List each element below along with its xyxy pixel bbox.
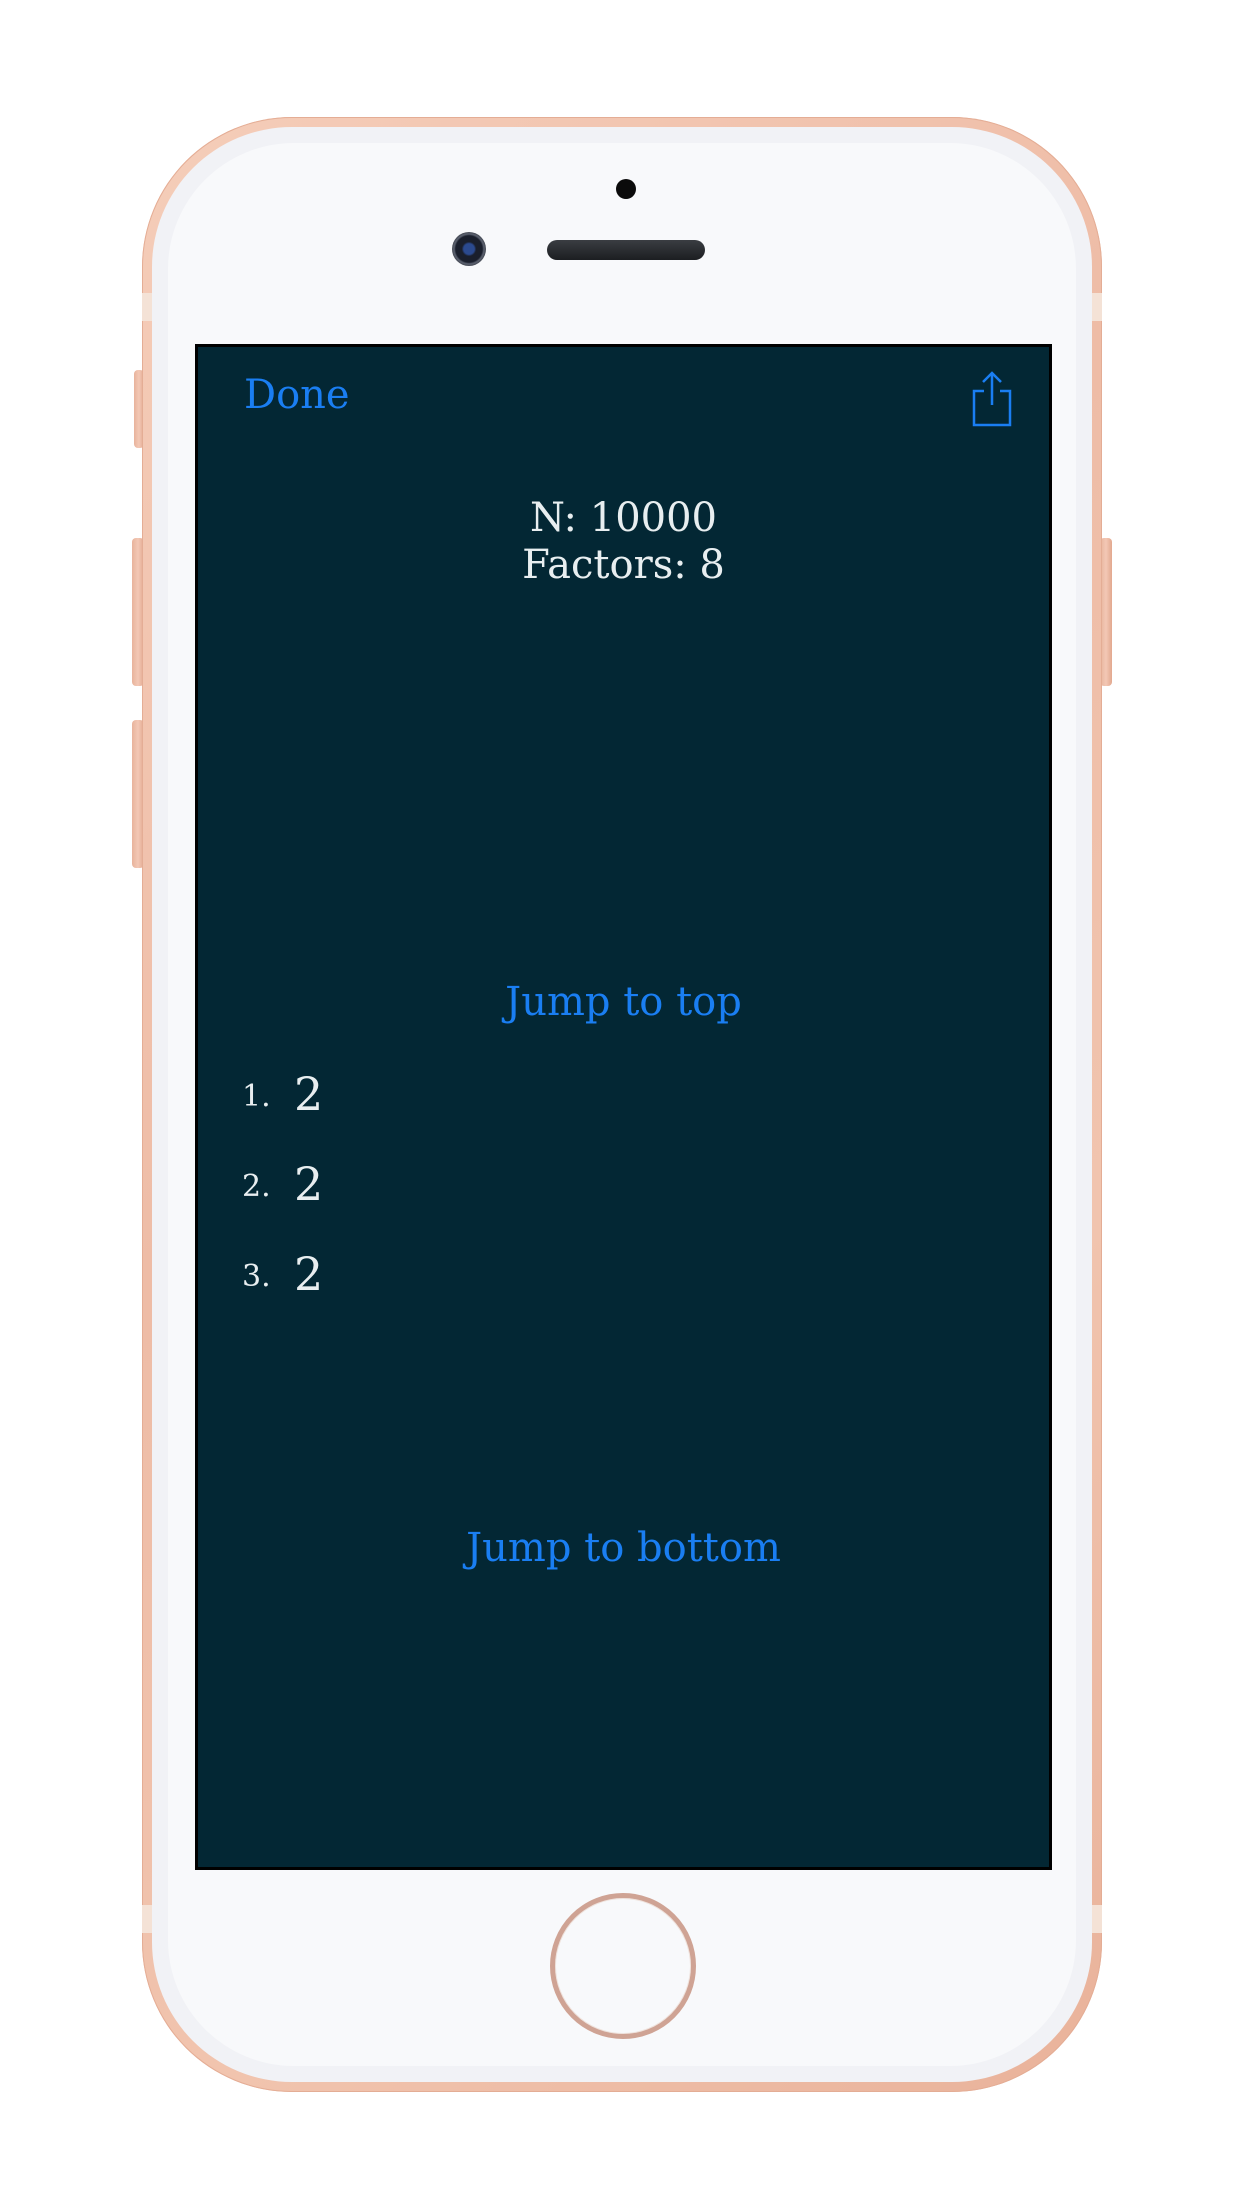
list-item: 2. 2 (198, 1157, 1049, 1247)
factor-value: 2 (294, 1157, 324, 1211)
jump-to-top-button[interactable]: Jump to top (198, 979, 1049, 1025)
front-camera (452, 232, 486, 266)
factor-index: 2. (242, 1169, 271, 1204)
factor-count-label: Factors: 8 (522, 542, 725, 588)
proximity-sensor (616, 179, 636, 199)
factor-value: 2 (294, 1247, 324, 1301)
n-value-label: N: 10000 (529, 495, 717, 541)
share-icon[interactable] (968, 369, 1016, 429)
home-button[interactable] (550, 1893, 696, 2039)
factor-index: 1. (242, 1079, 271, 1114)
jump-to-bottom-button[interactable]: Jump to bottom (198, 1525, 1049, 1571)
device-mockup: Done N: 10000 Factors: 8 Jump to top 1. … (0, 0, 1242, 2208)
list-item: 3. 2 (198, 1247, 1049, 1337)
earpiece-speaker (547, 240, 705, 260)
factor-index: 3. (242, 1259, 271, 1294)
factor-value: 2 (294, 1067, 324, 1121)
app-screen: Done N: 10000 Factors: 8 Jump to top 1. … (195, 344, 1052, 1870)
done-button[interactable]: Done (244, 372, 350, 418)
list-item: 4. 2 (198, 1337, 1049, 1345)
list-item: 1. 2 (198, 1067, 1049, 1157)
factor-value: 2 (294, 1337, 323, 1345)
factor-list[interactable]: 1. 2 2. 2 3. 2 4. 2 5. 5 (198, 1067, 1049, 1345)
